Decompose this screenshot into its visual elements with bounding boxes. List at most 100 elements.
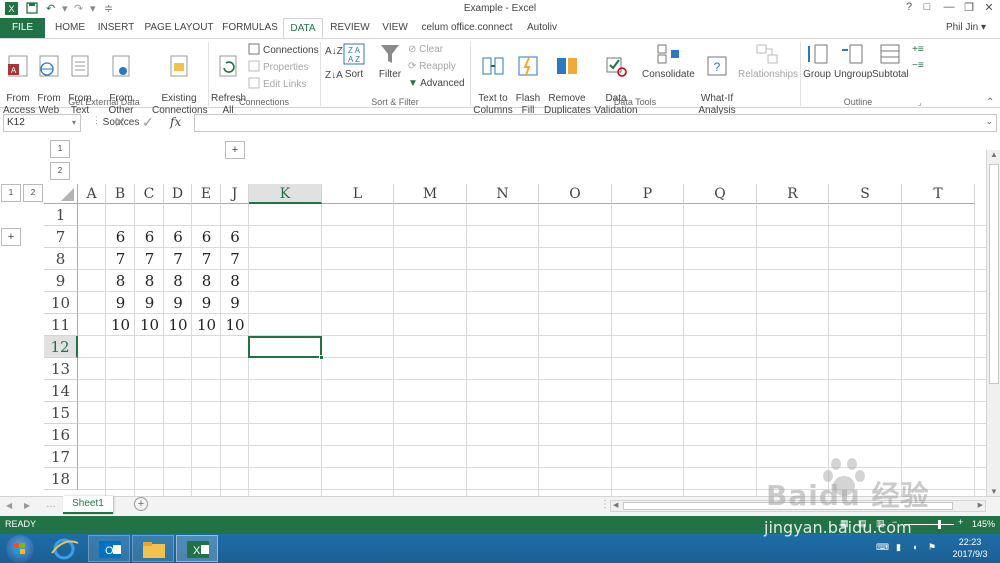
column-header-r[interactable]: R: [757, 184, 829, 204]
collapse-ribbon-icon[interactable]: ⌃: [986, 96, 994, 110]
cell-b10[interactable]: 9: [106, 292, 135, 314]
tab-view[interactable]: VIEW: [376, 18, 414, 38]
volume-tray-icon[interactable]: ◖: [912, 542, 917, 552]
scroll-left-icon[interactable]: ◀: [613, 501, 618, 509]
row-header-17[interactable]: 17: [44, 446, 78, 468]
cell-e7[interactable]: 6: [192, 226, 221, 248]
tab-home[interactable]: HOME: [49, 18, 91, 38]
outline-settings-launcher-icon[interactable]: ⌟: [918, 96, 922, 110]
column-header-k[interactable]: K: [249, 184, 322, 204]
row-header-16[interactable]: 16: [44, 424, 78, 446]
zoom-slider-thumb[interactable]: [938, 520, 941, 529]
cell-e9[interactable]: 8: [192, 270, 221, 292]
row-header-12[interactable]: 12: [44, 336, 78, 358]
taskbar-explorer[interactable]: [132, 535, 174, 562]
cell-e10[interactable]: 9: [192, 292, 221, 314]
cell-j9[interactable]: 8: [221, 270, 249, 292]
name-box[interactable]: K12 ▾: [3, 114, 81, 132]
cell-b9[interactable]: 8: [106, 270, 135, 292]
vertical-scrollbar[interactable]: ▲ ▼: [986, 150, 1000, 496]
row-header-15[interactable]: 15: [44, 402, 78, 424]
cell-d11[interactable]: 10: [164, 314, 192, 336]
column-header-t[interactable]: T: [902, 184, 975, 204]
more-sheets-icon[interactable]: …: [46, 499, 56, 510]
sheet-tab-sheet1[interactable]: Sheet1: [63, 496, 113, 514]
horizontal-scrollbar[interactable]: ◀ ▶: [610, 500, 986, 512]
select-all-button[interactable]: [44, 184, 78, 204]
column-header-d[interactable]: D: [164, 184, 192, 204]
start-button[interactable]: [6, 535, 34, 563]
row-header-13[interactable]: 13: [44, 358, 78, 380]
tab-formulas[interactable]: FORMULAS: [221, 18, 279, 38]
cell-c9[interactable]: 8: [135, 270, 164, 292]
column-outline-level-1[interactable]: 1: [50, 140, 70, 158]
name-box-dropdown-icon[interactable]: ▾: [72, 115, 76, 131]
taskbar-excel[interactable]: X: [176, 535, 218, 562]
close-button[interactable]: ✕: [980, 1, 998, 14]
page-break-view-icon[interactable]: ▥: [876, 518, 885, 529]
cell-b11[interactable]: 10: [106, 314, 135, 336]
tab-autoliv[interactable]: Autoliv: [520, 18, 564, 38]
cell-j10[interactable]: 9: [221, 292, 249, 314]
column-header-c[interactable]: C: [135, 184, 164, 204]
cell-j11[interactable]: 10: [221, 314, 249, 336]
zoom-out-icon[interactable]: −: [892, 517, 897, 527]
new-sheet-icon[interactable]: +: [134, 497, 148, 511]
column-header-j[interactable]: J: [221, 184, 249, 204]
column-header-a[interactable]: A: [78, 184, 106, 204]
taskbar-clock[interactable]: 22:23 2017/9/3: [946, 536, 994, 560]
row-header-7[interactable]: 7: [44, 226, 78, 248]
column-header-e[interactable]: E: [192, 184, 221, 204]
formula-bar-resize-icon[interactable]: ⋮: [92, 115, 101, 126]
user-account[interactable]: Phil Jin ▾: [946, 18, 986, 38]
cell-d8[interactable]: 7: [164, 248, 192, 270]
row-header-9[interactable]: 9: [44, 270, 78, 292]
row-header-14[interactable]: 14: [44, 380, 78, 402]
filter-button[interactable]: Filter: [376, 42, 404, 81]
network-tray-icon[interactable]: ▮: [896, 542, 901, 553]
cell-d7[interactable]: 6: [164, 226, 192, 248]
row-header-10[interactable]: 10: [44, 292, 78, 314]
properties-button[interactable]: Properties: [248, 60, 309, 75]
taskbar-outlook[interactable]: O: [88, 535, 130, 562]
action-center-tray-icon[interactable]: ⚑: [928, 542, 936, 553]
cell-e8[interactable]: 7: [192, 248, 221, 270]
tab-page-layout[interactable]: PAGE LAYOUT: [141, 18, 217, 38]
cell-d10[interactable]: 9: [164, 292, 192, 314]
cell-c7[interactable]: 6: [135, 226, 164, 248]
cell-j7[interactable]: 6: [221, 226, 249, 248]
row-header-1[interactable]: 1: [44, 204, 78, 226]
cell-c10[interactable]: 9: [135, 292, 164, 314]
active-cell[interactable]: [248, 336, 324, 360]
column-header-b[interactable]: B: [106, 184, 135, 204]
column-header-q[interactable]: Q: [684, 184, 757, 204]
horizontal-scroll-thumb[interactable]: [623, 502, 953, 510]
scroll-down-icon[interactable]: ▼: [990, 487, 998, 496]
column-header-l[interactable]: L: [322, 184, 394, 204]
fill-handle[interactable]: [319, 355, 324, 360]
advanced-filter-button[interactable]: ▼ Advanced: [408, 77, 465, 91]
show-detail-icon[interactable]: +≡: [912, 43, 924, 57]
tab-split-handle-icon[interactable]: ⋮: [600, 499, 610, 510]
cell-b7[interactable]: 6: [106, 226, 135, 248]
row-header-18[interactable]: 18: [44, 468, 78, 490]
cell-b8[interactable]: 7: [106, 248, 135, 270]
hide-detail-icon[interactable]: −≡: [912, 59, 924, 73]
row-header-8[interactable]: 8: [44, 248, 78, 270]
tab-data[interactable]: DATA: [283, 18, 323, 38]
normal-view-icon[interactable]: ▦: [840, 518, 849, 529]
help-button[interactable]: ?: [900, 1, 918, 13]
tab-insert[interactable]: INSERT: [95, 18, 137, 38]
tab-celum-office-connect[interactable]: celum office.connect: [418, 18, 516, 38]
scroll-up-icon[interactable]: ▲: [990, 150, 998, 159]
taskbar-ie[interactable]: [44, 535, 84, 562]
scroll-right-icon[interactable]: ▶: [978, 501, 983, 509]
cell-c8[interactable]: 7: [135, 248, 164, 270]
zoom-slider[interactable]: [904, 520, 954, 529]
column-outline-level-2[interactable]: 2: [50, 162, 70, 180]
relationships-button[interactable]: Relationships: [738, 42, 798, 81]
edit-links-button[interactable]: Edit Links: [248, 77, 306, 92]
insert-function-button[interactable]: fx: [170, 115, 181, 129]
subtotal-button[interactable]: Subtotal: [872, 42, 909, 81]
vertical-scroll-thumb[interactable]: [989, 164, 999, 384]
